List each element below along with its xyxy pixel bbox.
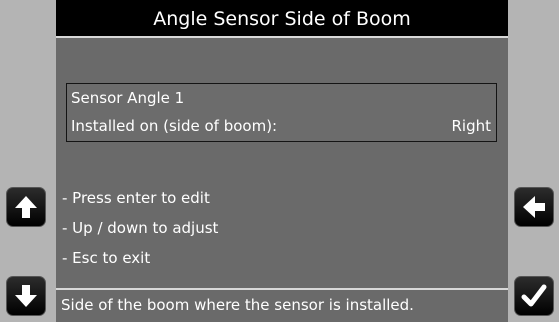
setting-label: Installed on (side of boom):	[71, 117, 278, 135]
instruction-exit: - Esc to exit	[62, 249, 151, 267]
arrow-left-icon	[521, 194, 547, 220]
up-button[interactable]	[6, 187, 46, 227]
page-title: Angle Sensor Side of Boom	[56, 0, 508, 38]
down-button[interactable]	[6, 276, 46, 316]
setting-field[interactable]: Sensor Angle 1 Installed on (side of boo…	[66, 83, 497, 142]
setting-value[interactable]: Right	[452, 117, 492, 135]
setting-name: Sensor Angle 1	[71, 89, 185, 107]
confirm-button[interactable]	[514, 276, 554, 316]
display-screen: Angle Sensor Side of Boom Sensor Angle 1…	[56, 0, 508, 322]
arrow-down-icon	[13, 283, 39, 309]
instruction-adjust: - Up / down to adjust	[62, 219, 219, 237]
arrow-up-icon	[13, 194, 39, 220]
instruction-edit: - Press enter to edit	[62, 189, 210, 207]
back-button[interactable]	[514, 187, 554, 227]
status-bar: Side of the boom where the sensor is ins…	[56, 288, 508, 322]
checkmark-icon	[520, 282, 548, 310]
